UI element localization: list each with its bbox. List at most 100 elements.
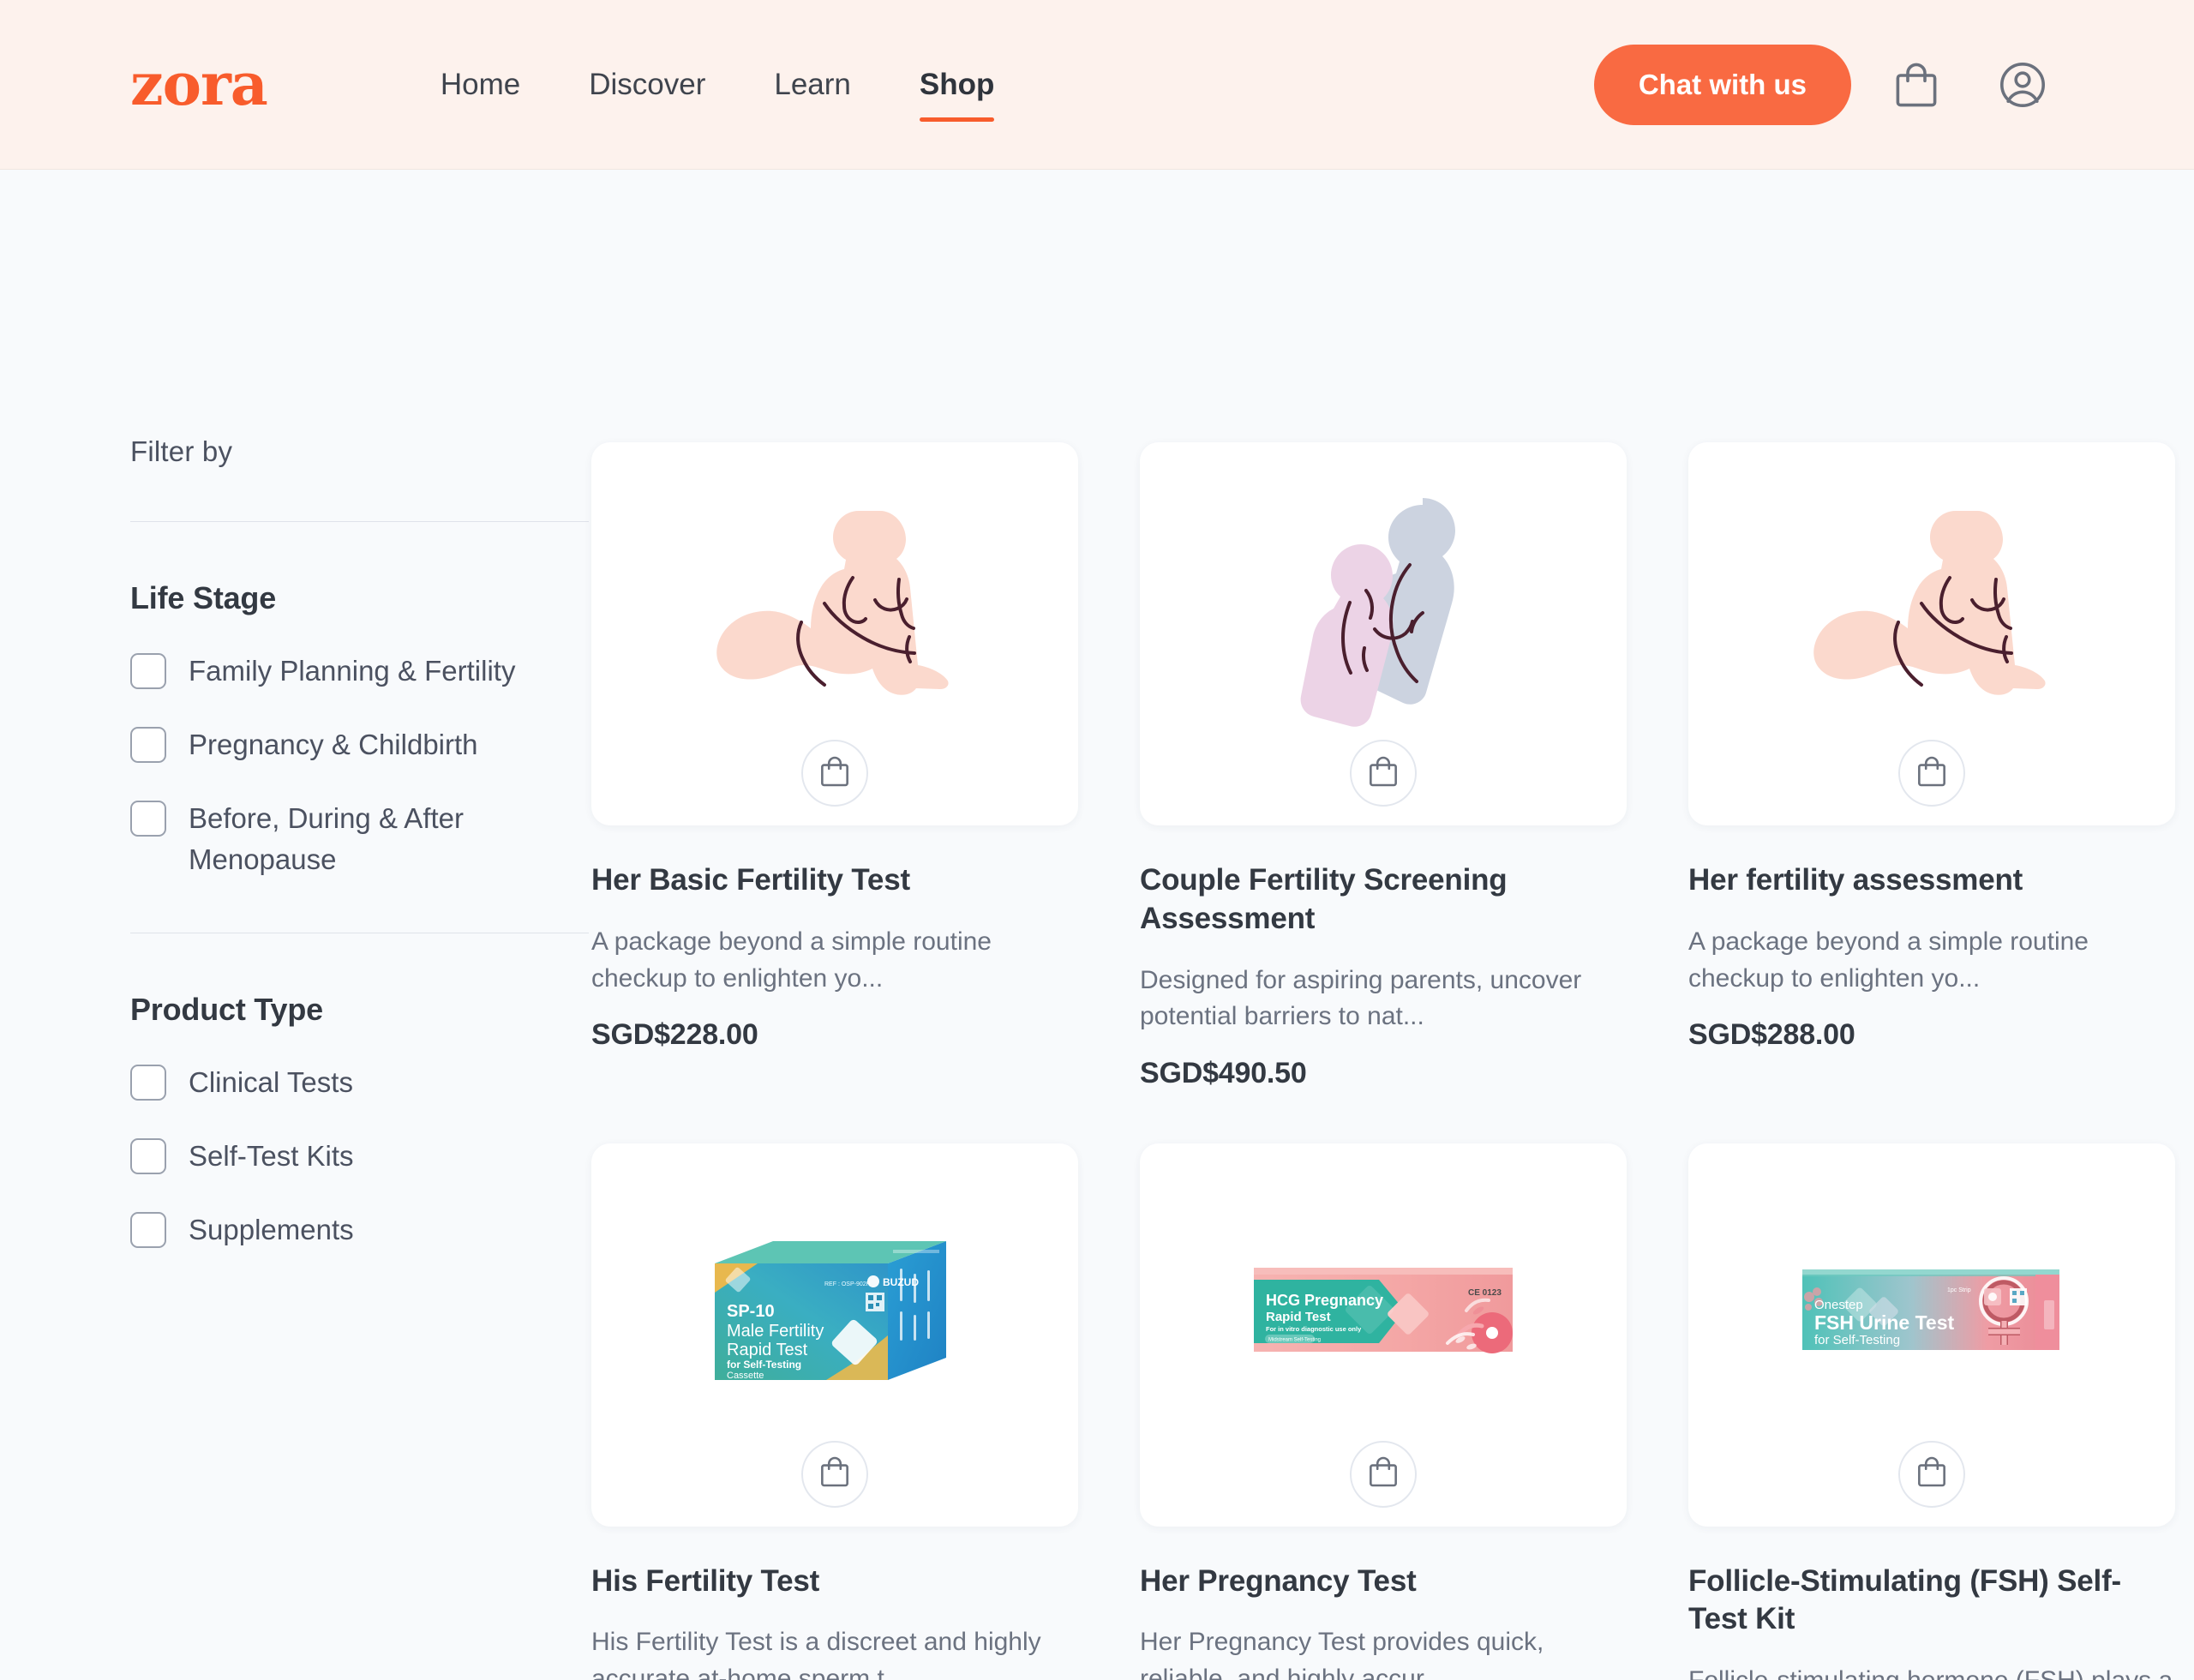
sp10-male-fertility-box: SP-10 Male Fertility Rapid Test for Self… <box>698 1233 972 1400</box>
product-description: A package beyond a simple routine checku… <box>591 927 992 993</box>
nav-item-home[interactable]: Home <box>406 67 554 103</box>
shopping-bag-icon <box>1894 61 1939 109</box>
svg-text:HCG Pregnancy: HCG Pregnancy <box>1266 1292 1383 1309</box>
shopping-bag-icon <box>1368 1455 1399 1492</box>
site-logo[interactable]: zora <box>130 56 268 114</box>
filter-option-family-planning[interactable]: Family Planning & Fertility <box>130 651 589 692</box>
shopping-bag-icon <box>1916 755 1947 792</box>
filter-group-title: Life Stage <box>130 580 277 615</box>
filter-option-label: Pregnancy & Childbirth <box>189 728 478 760</box>
shopping-bag-icon <box>819 755 850 792</box>
nav-item-shop[interactable]: Shop <box>885 67 1028 122</box>
product-description: Follicle-stimulating hormone (FSH) plays… <box>1688 1663 2175 1680</box>
checkbox-clinical-tests[interactable] <box>130 1065 166 1101</box>
product-card[interactable]: Onestep FSH Urine Test for Self-Testing … <box>1688 1143 2175 1680</box>
product-price: SGD$490.50 <box>1140 1056 1307 1089</box>
svg-text:1pc Strip: 1pc Strip <box>1947 1287 1971 1293</box>
filter-option-pregnancy-childbirth[interactable]: Pregnancy & Childbirth <box>130 724 589 765</box>
cart-button[interactable] <box>1875 44 1957 126</box>
product-image[interactable] <box>591 442 1078 825</box>
checkbox-pregnancy-childbirth[interactable] <box>130 726 166 763</box>
filter-group-life-stage: Life Stage Family Planning & Fertility P… <box>130 580 589 879</box>
product-card[interactable]: HCG Pregnancy Rapid Test For in vitro di… <box>1140 1143 1627 1680</box>
filter-option-label: Before, During & After Menopause <box>189 801 464 875</box>
svg-text:Rapid Test: Rapid Test <box>727 1341 808 1359</box>
checkbox-self-test-kits[interactable] <box>130 1138 166 1175</box>
page-body: Filter by Life Stage Family Planning & F… <box>0 170 2194 1680</box>
checkbox-supplements[interactable] <box>130 1212 166 1249</box>
svg-text:Male Fertility: Male Fertility <box>727 1322 824 1341</box>
filter-option-label: Clinical Tests <box>189 1066 353 1099</box>
svg-text:ROFFE INTERNATIONAL HOLDINGS P: ROFFE INTERNATIONAL HOLDINGS PTE LTD <box>1814 1352 1915 1357</box>
product-image[interactable]: SP-10 Male Fertility Rapid Test for Self… <box>591 1143 1078 1527</box>
svg-text:Cassette: Cassette <box>727 1371 764 1381</box>
couple-illustration <box>1255 498 1512 732</box>
woman-seated-illustration <box>1799 497 2065 733</box>
filter-by-heading: Filter by <box>130 435 233 467</box>
product-price: SGD$288.00 <box>1688 1017 1855 1051</box>
product-title[interactable]: Her Basic Fertility Test <box>591 861 1078 900</box>
product-card[interactable]: Couple Fertility Screening Assessment De… <box>1140 442 1627 1090</box>
checkbox-menopause[interactable] <box>130 800 166 837</box>
svg-text:for Self-Testing: for Self-Testing <box>1814 1333 1900 1347</box>
product-title[interactable]: Couple Fertility Screening Assessment <box>1140 861 1627 939</box>
main-navigation: Home Discover Learn Shop <box>406 67 1029 122</box>
product-description: His Fertility Test is a discreet and hig… <box>591 1628 1041 1680</box>
shopping-bag-icon <box>819 1455 850 1492</box>
svg-text:CE 0123: CE 0123 <box>1468 1288 1502 1298</box>
svg-text:REF : OSP-902H: REF : OSP-902H <box>824 1281 871 1287</box>
fsh-urine-test-box: Onestep FSH Urine Test for Self-Testing … <box>1790 1254 2073 1378</box>
svg-text:FSH Urine Test: FSH Urine Test <box>1814 1311 1954 1334</box>
shopping-bag-icon <box>1916 1455 1947 1492</box>
product-title[interactable]: Follicle-Stimulating (FSH) Self-Test Kit <box>1688 1563 2175 1640</box>
product-card[interactable]: SP-10 Male Fertility Rapid Test for Self… <box>591 1143 1078 1680</box>
product-price: SGD$228.00 <box>591 1017 758 1051</box>
filter-option-label: Family Planning & Fertility <box>189 655 516 687</box>
shopping-bag-icon <box>1368 755 1399 792</box>
product-image[interactable]: Onestep FSH Urine Test for Self-Testing … <box>1688 1143 2175 1527</box>
filter-group-title: Product Type <box>130 992 323 1028</box>
add-to-cart-button[interactable] <box>1350 1440 1417 1508</box>
svg-text:Onestep: Onestep <box>1814 1298 1863 1312</box>
add-to-cart-button[interactable] <box>1898 1440 1965 1508</box>
product-description: A package beyond a simple routine checku… <box>1688 927 2089 993</box>
product-title[interactable]: His Fertility Test <box>591 1563 1078 1601</box>
filter-group-product-type: Product Type Clinical Tests Self-Test Ki… <box>130 992 589 1251</box>
svg-text:SP-10: SP-10 <box>727 1302 775 1321</box>
product-grid-area: Her Basic Fertility Test A package beyon… <box>591 170 2194 1680</box>
filter-option-label: Self-Test Kits <box>189 1140 354 1173</box>
product-card[interactable]: Her fertility assessment A package beyon… <box>1688 442 2175 1090</box>
site-header: zora Home Discover Learn Shop Chat with … <box>0 0 2194 170</box>
product-title[interactable]: Her Pregnancy Test <box>1140 1563 1627 1601</box>
filter-option-supplements[interactable]: Supplements <box>130 1209 589 1251</box>
product-description: Designed for aspiring parents, uncover p… <box>1140 965 1582 1031</box>
add-to-cart-button[interactable] <box>1898 740 1965 807</box>
checkbox-family-planning[interactable] <box>130 653 166 689</box>
svg-text:Midstream Self-Testing: Midstream Self-Testing <box>1268 1337 1321 1342</box>
add-to-cart-button[interactable] <box>801 740 868 807</box>
product-grid: Her Basic Fertility Test A package beyon… <box>591 442 2175 1680</box>
filter-option-menopause[interactable]: Before, During & After Menopause <box>130 798 589 880</box>
filter-option-clinical-tests[interactable]: Clinical Tests <box>130 1062 589 1103</box>
add-to-cart-button[interactable] <box>801 1440 868 1508</box>
hcg-pregnancy-rapid-test-box: HCG Pregnancy Rapid Test For in vitro di… <box>1242 1254 1525 1378</box>
nav-item-learn[interactable]: Learn <box>740 67 885 103</box>
product-description: Her Pregnancy Test provides quick, relia… <box>1140 1628 1544 1680</box>
product-image[interactable] <box>1140 442 1627 825</box>
filter-sidebar: Filter by Life Stage Family Planning & F… <box>0 170 591 1680</box>
svg-text:For in vitro diagnostic use on: For in vitro diagnostic use only <box>1266 1325 1362 1333</box>
chat-with-us-button[interactable]: Chat with us <box>1593 44 1851 125</box>
account-button[interactable] <box>1981 44 2064 126</box>
svg-text:for Self-Testing: for Self-Testing <box>727 1359 801 1371</box>
nav-item-discover[interactable]: Discover <box>554 67 740 103</box>
product-image[interactable] <box>1688 442 2175 825</box>
product-card[interactable]: Her Basic Fertility Test A package beyon… <box>591 442 1078 1090</box>
product-image[interactable]: HCG Pregnancy Rapid Test For in vitro di… <box>1140 1143 1627 1527</box>
product-title[interactable]: Her fertility assessment <box>1688 861 2175 900</box>
add-to-cart-button[interactable] <box>1350 740 1417 807</box>
filter-divider-top <box>130 521 589 522</box>
woman-seated-illustration <box>702 497 968 733</box>
filter-option-self-test-kits[interactable]: Self-Test Kits <box>130 1136 589 1177</box>
header-actions: Chat with us <box>1593 44 2064 126</box>
user-account-icon <box>1999 61 2047 109</box>
